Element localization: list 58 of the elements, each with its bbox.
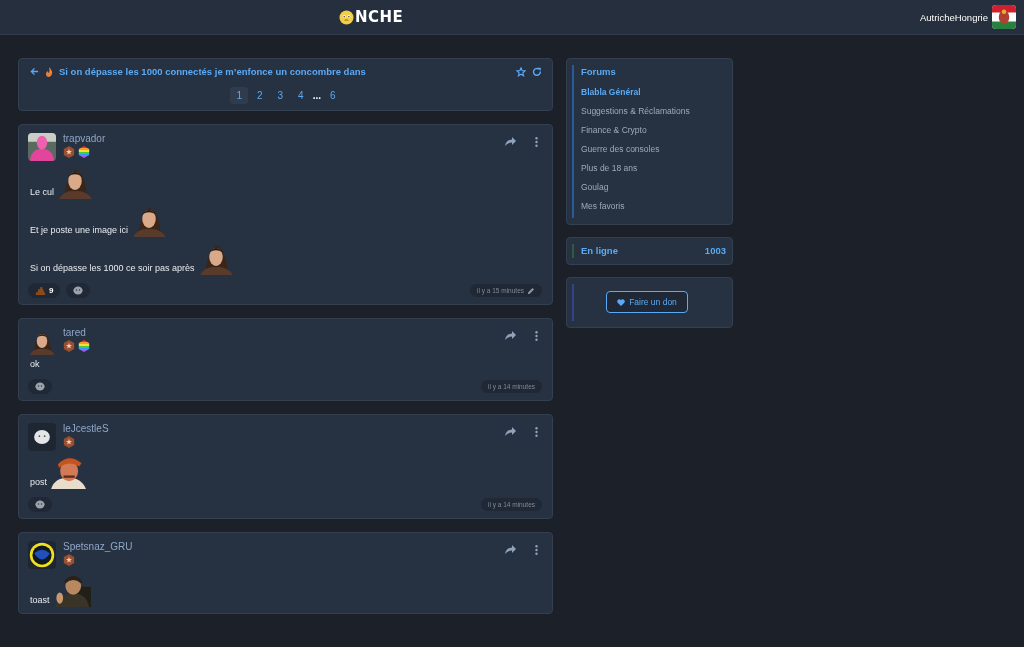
star-badge-icon — [63, 436, 75, 448]
more-icon[interactable] — [535, 137, 538, 147]
face-icon — [73, 286, 84, 295]
share-icon[interactable] — [505, 545, 516, 554]
poop-icon — [35, 286, 46, 295]
forum-link[interactable]: Goulag — [581, 178, 726, 197]
page-button[interactable]: 4 — [292, 87, 310, 104]
share-icon[interactable] — [505, 331, 516, 340]
forum-link[interactable]: Finance & Crypto — [581, 121, 726, 140]
share-icon[interactable] — [505, 427, 516, 436]
face-icon — [35, 382, 45, 391]
share-icon[interactable] — [505, 137, 516, 146]
author-name[interactable]: trapvador — [63, 133, 106, 144]
star-icon[interactable] — [516, 66, 526, 77]
logo-text: NCHE — [355, 8, 404, 26]
author-name[interactable]: tared — [63, 327, 90, 338]
star-badge-icon — [63, 340, 75, 352]
star-badge-icon — [63, 554, 75, 566]
message-text: toast — [30, 595, 50, 607]
online-label: En ligne — [581, 245, 618, 256]
add-reaction-button[interactable] — [28, 379, 52, 394]
reaction-button[interactable]: 9 — [28, 283, 61, 298]
message-text: post — [30, 477, 47, 489]
page-ellipsis: ... — [312, 90, 321, 101]
page-button[interactable]: 6 — [324, 87, 342, 104]
add-reaction-button[interactable] — [66, 283, 91, 298]
face-logo-icon — [339, 9, 354, 25]
author-name[interactable]: leJcestleS — [63, 423, 109, 434]
heart-icon — [617, 298, 626, 306]
message-text: Le cul — [30, 187, 55, 199]
forum-link[interactable]: Mes favoris — [581, 197, 726, 216]
author-name[interactable]: Spetsnaz_GRU — [63, 541, 133, 552]
rainbow-badge-icon — [78, 146, 90, 158]
page-button[interactable]: 3 — [271, 87, 290, 104]
message-text: Si on dépasse les 1000 ce soir pas après — [30, 263, 195, 275]
topic-title: Si on dépasse les 1000 connectés je m’enfonce un concombre dans — [59, 66, 366, 77]
forum-link[interactable]: Blabla Général — [581, 83, 726, 102]
donate-button[interactable]: Faire un don — [606, 291, 688, 313]
page-button[interactable]: 2 — [251, 87, 269, 104]
more-icon[interactable] — [535, 427, 538, 437]
star-badge-icon — [63, 146, 75, 158]
forum-link[interactable]: Suggestions & Réclamations — [581, 102, 726, 121]
message-text: ok — [30, 359, 40, 371]
refresh-icon[interactable] — [532, 66, 542, 77]
username[interactable]: AutricheHongrie — [919, 11, 988, 23]
face-icon — [35, 500, 45, 509]
more-icon[interactable] — [535, 331, 538, 341]
forum-link[interactable]: Plus de 18 ans — [581, 159, 726, 178]
message-text: Et je poste une image ici — [30, 225, 129, 237]
rainbow-badge-icon — [78, 340, 90, 352]
more-icon[interactable] — [535, 545, 538, 555]
page-button[interactable]: 1 — [230, 87, 248, 104]
back-arrow-icon[interactable] — [30, 67, 39, 76]
add-reaction-button[interactable] — [28, 497, 52, 512]
forum-link[interactable]: Guerre des consoles — [581, 140, 726, 159]
online-count: 1003 — [704, 245, 726, 256]
forums-title: Forums — [581, 66, 617, 77]
logo[interactable]: NCHE — [339, 8, 404, 26]
